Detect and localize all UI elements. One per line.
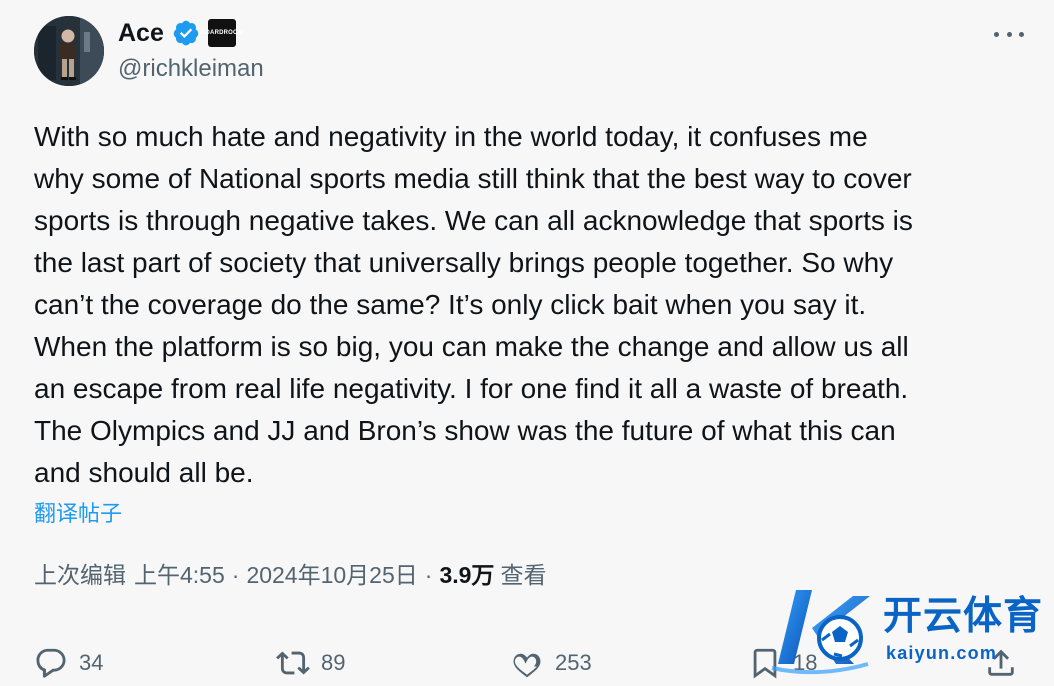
share-button[interactable] (984, 646, 1018, 680)
like-count: 253 (555, 650, 592, 675)
meta-separator: · (231, 562, 240, 588)
tweet-card: Ace BOARDROOM @richkleiman With so much … (0, 0, 1054, 686)
edited-label[interactable]: 上次编辑 (34, 560, 126, 590)
more-button[interactable] (994, 22, 1024, 46)
share-icon (988, 649, 1014, 676)
reply-count: 34 (79, 650, 104, 675)
reply-button[interactable]: 34 (34, 646, 103, 680)
author-name-row[interactable]: Ace BOARDROOM (118, 18, 243, 48)
views-count[interactable]: 3.9万 (439, 560, 494, 590)
tweet-text: With so much hate and negativity in the … (34, 121, 913, 488)
tweet-metadata: 上次编辑 上午4:55 · 2024年10月25日 · 3.9万 查看 (34, 560, 546, 590)
like-button[interactable]: 253 (510, 646, 592, 680)
author-handle[interactable]: @richkleiman (118, 55, 264, 83)
meta-separator: · (424, 562, 433, 588)
repost-count: 89 (321, 650, 346, 675)
tweet-time[interactable]: 上午4:55 (134, 560, 225, 590)
repost-icon (276, 651, 310, 675)
affiliate-badge[interactable]: BOARDROOM (201, 19, 243, 47)
watermark-title: 开云体育 (883, 595, 1044, 638)
tweet-date[interactable]: 2024年10月25日 (246, 560, 417, 590)
tweet-actions-bar: 34 89 253 18 (34, 642, 1024, 684)
avatar[interactable] (34, 16, 104, 86)
profile-photo-icon (34, 16, 104, 86)
views-label[interactable]: 查看 (500, 560, 546, 590)
like-icon (513, 653, 541, 678)
bookmark-button[interactable]: 18 (748, 646, 817, 680)
reply-icon (36, 648, 66, 678)
repost-button[interactable]: 89 (276, 646, 345, 680)
author-name[interactable]: Ace (118, 18, 164, 48)
bookmark-icon (753, 648, 777, 679)
verified-badge-icon[interactable] (172, 19, 200, 47)
bookmark-count: 18 (793, 650, 818, 675)
more-icon (994, 31, 999, 37)
translate-post-link[interactable]: 翻译帖子 (34, 500, 122, 528)
